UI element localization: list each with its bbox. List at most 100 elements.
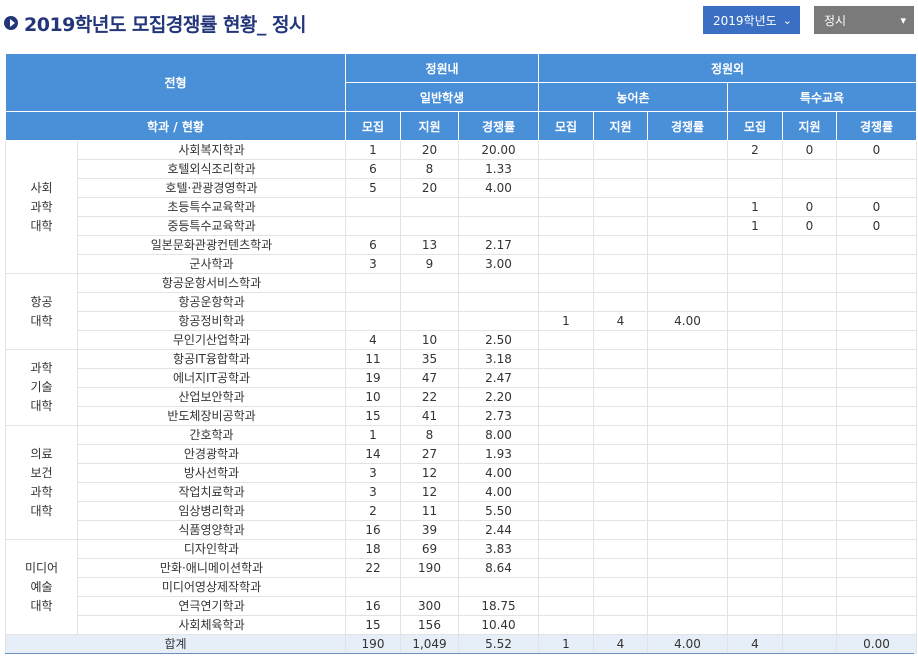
year-select[interactable]: 2019학년도 ⌄ xyxy=(703,6,800,34)
cell-value xyxy=(782,425,837,445)
cell-value xyxy=(593,425,648,445)
cell-value xyxy=(727,482,783,502)
cell-value xyxy=(647,501,728,521)
total-value: 190 xyxy=(345,634,401,654)
table-row: 중등특수교육학과 1 0 0 xyxy=(6,216,917,236)
cell-value xyxy=(647,577,728,597)
cell-value: 8 xyxy=(400,425,459,445)
cell-value xyxy=(782,387,837,407)
cell-value xyxy=(836,311,917,331)
college-name: 과학 기술 대학 xyxy=(5,349,78,426)
cell-value xyxy=(727,254,783,274)
cell-value xyxy=(538,235,594,255)
cell-value xyxy=(782,235,837,255)
cell-value xyxy=(647,273,728,293)
cell-value xyxy=(538,520,594,540)
cell-value: 4 xyxy=(593,311,648,331)
cell-value: 16 xyxy=(345,596,401,616)
table-row: 방사선학과 3 12 4.00 xyxy=(6,463,917,483)
cell-value xyxy=(593,501,648,521)
cell-value: 22 xyxy=(400,387,459,407)
cell-value: 15 xyxy=(345,615,401,635)
cell-value xyxy=(782,482,837,502)
cell-value: 35 xyxy=(400,349,459,369)
cell-value: 300 xyxy=(400,596,459,616)
cell-value: 2.17 xyxy=(458,235,539,255)
total-value: 0.00 xyxy=(836,634,917,654)
cell-value: 9 xyxy=(400,254,459,274)
dept-name: 호텔·관광경영학과 xyxy=(77,178,346,198)
cell-value: 2.50 xyxy=(458,330,539,350)
total-label: 합계 xyxy=(5,634,346,654)
cell-value xyxy=(647,425,728,445)
dept-name: 무인기산업학과 xyxy=(77,330,346,350)
cell-value: 2 xyxy=(727,140,783,160)
cell-value xyxy=(538,273,594,293)
cell-value xyxy=(727,463,783,483)
cell-value xyxy=(593,482,648,502)
cell-value xyxy=(345,273,401,293)
page-title-area: 2019학년도 모집경쟁률 현황_ 정시 xyxy=(4,10,307,36)
header-special: 특수교육 xyxy=(727,82,917,112)
table-row: 호텔·관광경영학과 5 20 4.00 xyxy=(6,178,917,198)
total-value: 4.00 xyxy=(647,634,728,654)
cell-value xyxy=(836,425,917,445)
cell-value xyxy=(593,254,648,274)
cell-value xyxy=(647,539,728,559)
admission-type-select[interactable]: 정시 ▾ xyxy=(814,6,914,34)
dept-name: 호텔외식조리학과 xyxy=(77,159,346,179)
cell-value: 20.00 xyxy=(458,140,539,160)
college-name: 항공 대학 xyxy=(5,273,78,350)
cell-value xyxy=(647,596,728,616)
table-row: 미디어 예술 대학 디자인학과 18 69 3.83 xyxy=(5,539,917,635)
total-row: 합계 190 1,049 5.52 1 4 4.00 4 0.00 xyxy=(5,634,917,654)
dept-name: 에너지IT공학과 xyxy=(77,368,346,388)
header-dept: 학과 / 현황 xyxy=(5,111,346,141)
header-outer: 정원외 xyxy=(538,53,917,83)
cell-value xyxy=(836,577,917,597)
cell-value xyxy=(782,254,837,274)
total-value: 4 xyxy=(593,634,648,654)
table-row: 반도체장비공학과 15 41 2.73 xyxy=(6,406,917,426)
cell-value xyxy=(727,330,783,350)
dept-name: 반도체장비공학과 xyxy=(77,406,346,426)
cell-value xyxy=(647,216,728,236)
cell-value: 0 xyxy=(782,216,837,236)
cell-value xyxy=(538,140,594,160)
total-value xyxy=(782,634,837,654)
cell-value xyxy=(727,159,783,179)
cell-value xyxy=(538,159,594,179)
cell-value xyxy=(400,577,459,597)
dept-name: 식품영양학과 xyxy=(77,520,346,540)
cell-value xyxy=(647,444,728,464)
cell-value xyxy=(727,577,783,597)
cell-value: 1 xyxy=(727,216,783,236)
cell-value xyxy=(647,197,728,217)
cell-value xyxy=(593,292,648,312)
header-jiwon: 지원 xyxy=(400,111,459,141)
cell-value xyxy=(538,178,594,198)
cell-value: 11 xyxy=(400,501,459,521)
table-row: 에너지IT공학과 19 47 2.47 xyxy=(6,368,917,388)
cell-value xyxy=(727,520,783,540)
cell-value xyxy=(538,368,594,388)
cell-value xyxy=(836,368,917,388)
cell-value: 1 xyxy=(727,197,783,217)
header-farm: 농어촌 xyxy=(538,82,728,112)
cell-value xyxy=(593,178,648,198)
cell-value xyxy=(836,482,917,502)
cell-value: 15 xyxy=(345,406,401,426)
table-row: 사회체육학과 15 156 10.40 xyxy=(6,615,917,635)
dept-name: 사회복지학과 xyxy=(77,140,346,160)
college-name: 사회 과학 대학 xyxy=(5,140,78,274)
cell-value xyxy=(647,558,728,578)
cell-value xyxy=(727,501,783,521)
cell-value xyxy=(782,596,837,616)
table-body: 사회 과학 대학 사회복지학과 1 20 20.00 2 0 0 호텔외식조리학과 6 8 1.33 호… xyxy=(5,140,917,654)
cell-value: 10 xyxy=(345,387,401,407)
cell-value xyxy=(782,330,837,350)
cell-value xyxy=(782,539,837,559)
cell-value: 14 xyxy=(345,444,401,464)
cell-value xyxy=(647,140,728,160)
cell-value: 8.64 xyxy=(458,558,539,578)
